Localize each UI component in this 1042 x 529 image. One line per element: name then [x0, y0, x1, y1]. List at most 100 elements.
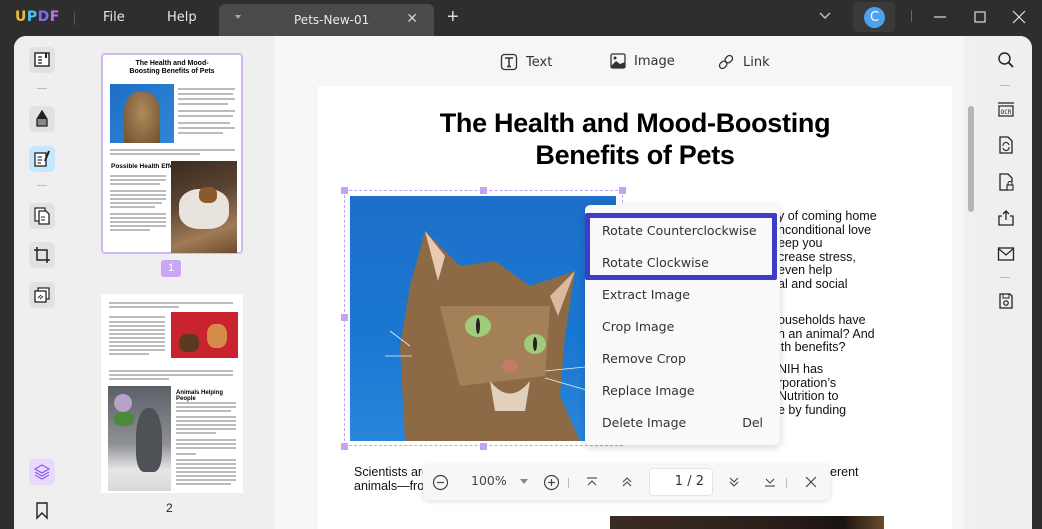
account-button[interactable]: C: [853, 2, 895, 32]
menu-item-delete-image[interactable]: Delete Image: [602, 415, 686, 430]
tab-title: Pets-New-01: [294, 13, 370, 27]
page-number-badge: 1: [161, 260, 181, 277]
app-body: The Health and Mood-Boosting Benefits of…: [14, 36, 1032, 529]
organize-pages-button[interactable]: [29, 203, 55, 229]
rotate-options-highlight: [585, 213, 777, 280]
divider: [786, 478, 787, 488]
reader-button[interactable]: [29, 47, 55, 73]
right-toolbar: OCR: [980, 36, 1032, 529]
add-image-tool[interactable]: Image: [610, 53, 675, 69]
resize-handle-left[interactable]: [341, 314, 348, 321]
paragraph: NIH has rporation’s Nutrition to e by fund…: [778, 362, 847, 417]
share-icon: [998, 210, 1014, 226]
zoom-level[interactable]: 100%: [471, 473, 507, 488]
divider: [1000, 277, 1010, 278]
vertical-scrollbar[interactable]: [968, 106, 974, 212]
resize-handle-top-left[interactable]: [341, 187, 348, 194]
tool-label: Image: [634, 53, 675, 69]
menu-item-remove-crop[interactable]: Remove Crop: [602, 351, 686, 366]
divider: [37, 88, 47, 89]
ocr-button[interactable]: OCR: [995, 98, 1017, 120]
zoom-navigation-bar: 100% 1 / 2: [423, 465, 830, 500]
add-text-tool[interactable]: Text: [500, 53, 552, 71]
divider: [911, 10, 912, 22]
save-icon: [999, 293, 1013, 309]
paragraph-fragment: erent: [830, 465, 859, 479]
document-tab[interactable]: Pets-New-01 ✕: [219, 4, 434, 36]
organize-pages-icon: [34, 207, 50, 225]
email-icon: [997, 247, 1015, 261]
divider: [74, 12, 75, 25]
thumbnail-title: The Health and Mood-Boosting Benefits of…: [129, 60, 215, 75]
crop-button[interactable]: [29, 242, 55, 268]
avatar: C: [864, 7, 885, 28]
maximize-icon[interactable]: [971, 8, 989, 26]
updf-logo: UPDF: [15, 9, 60, 25]
page-tools-button[interactable]: [29, 282, 55, 308]
bookmark-icon[interactable]: [35, 502, 49, 520]
resize-handle-bottom[interactable]: [480, 443, 487, 450]
edit-pdf-button[interactable]: [29, 146, 55, 172]
paragraph: ouseholds have n an animal? And lth benefi…: [778, 313, 875, 354]
thumbnail-dogs-image: [171, 312, 238, 358]
comment-button[interactable]: [29, 106, 55, 132]
comment-icon: [36, 109, 48, 127]
image-icon: [610, 53, 626, 69]
search-button[interactable]: [995, 49, 1017, 71]
resize-handle-top-right[interactable]: [619, 187, 626, 194]
menu-help[interactable]: Help: [167, 10, 197, 25]
protect-button[interactable]: [995, 171, 1017, 193]
close-window-icon[interactable]: [1010, 8, 1028, 26]
delete-shortcut: Del: [742, 415, 763, 430]
convert-icon: [999, 136, 1013, 154]
last-page-icon[interactable]: [763, 476, 777, 488]
zoom-dropdown-icon[interactable]: [520, 479, 528, 485]
page-number-label: 2: [166, 501, 173, 515]
menu-item-replace-image[interactable]: Replace Image: [602, 383, 695, 398]
layers-icon: [33, 464, 51, 480]
page-tools-icon: [34, 287, 50, 303]
zoom-in-icon[interactable]: [543, 474, 560, 491]
save-button[interactable]: [995, 290, 1017, 312]
close-tab-icon[interactable]: ✕: [406, 10, 418, 27]
previous-page-icon[interactable]: [620, 475, 634, 489]
link-icon: [718, 54, 734, 70]
divider: [37, 185, 47, 186]
svg-text:OCR: OCR: [1001, 109, 1012, 116]
paragraph: Scientists are animals—fro: [354, 465, 430, 493]
next-page-icon[interactable]: [727, 475, 741, 489]
layers-button[interactable]: [29, 459, 55, 485]
image-selection-box[interactable]: [344, 190, 623, 446]
tab-dropdown-icon[interactable]: [235, 15, 241, 19]
menu-item-extract-image[interactable]: Extract Image: [602, 287, 690, 302]
thumbnail-gray-cat-image: [108, 386, 171, 491]
resize-handle-top[interactable]: [480, 187, 487, 194]
new-tab-button[interactable]: +: [447, 6, 459, 29]
resize-handle-bottom-left[interactable]: [341, 443, 348, 450]
email-button[interactable]: [995, 243, 1017, 265]
document-title: The Health and Mood-Boosting Benefits of…: [439, 108, 831, 170]
share-button[interactable]: [995, 207, 1017, 229]
minimize-icon[interactable]: [931, 8, 949, 26]
menu-item-crop-image[interactable]: Crop Image: [602, 319, 674, 334]
ocr-icon: OCR: [998, 102, 1014, 117]
page-thumbnail-1[interactable]: The Health and Mood-Boosting Benefits of…: [101, 53, 243, 254]
crop-icon: [34, 247, 50, 263]
dog-image[interactable]: [610, 516, 884, 529]
divider: [1000, 85, 1010, 86]
first-page-icon[interactable]: [585, 476, 599, 488]
divider: [568, 478, 569, 488]
add-link-tool[interactable]: Link: [717, 53, 770, 71]
page-number-input[interactable]: 1 / 2: [649, 468, 713, 496]
lock-file-icon: [999, 173, 1014, 191]
tool-label: Text: [526, 54, 553, 70]
paragraph: y of coming home nconditional love eep you…: [778, 209, 877, 291]
menu-file[interactable]: File: [103, 10, 125, 25]
left-toolbar: [14, 36, 69, 529]
panel-toggle-handle[interactable]: [14, 148, 22, 168]
chevron-down-icon[interactable]: [818, 8, 832, 22]
zoom-out-icon[interactable]: [432, 474, 449, 491]
convert-button[interactable]: [995, 134, 1017, 156]
page-thumbnail-2[interactable]: Animals Helping People: [101, 294, 243, 493]
close-icon[interactable]: [804, 475, 818, 489]
